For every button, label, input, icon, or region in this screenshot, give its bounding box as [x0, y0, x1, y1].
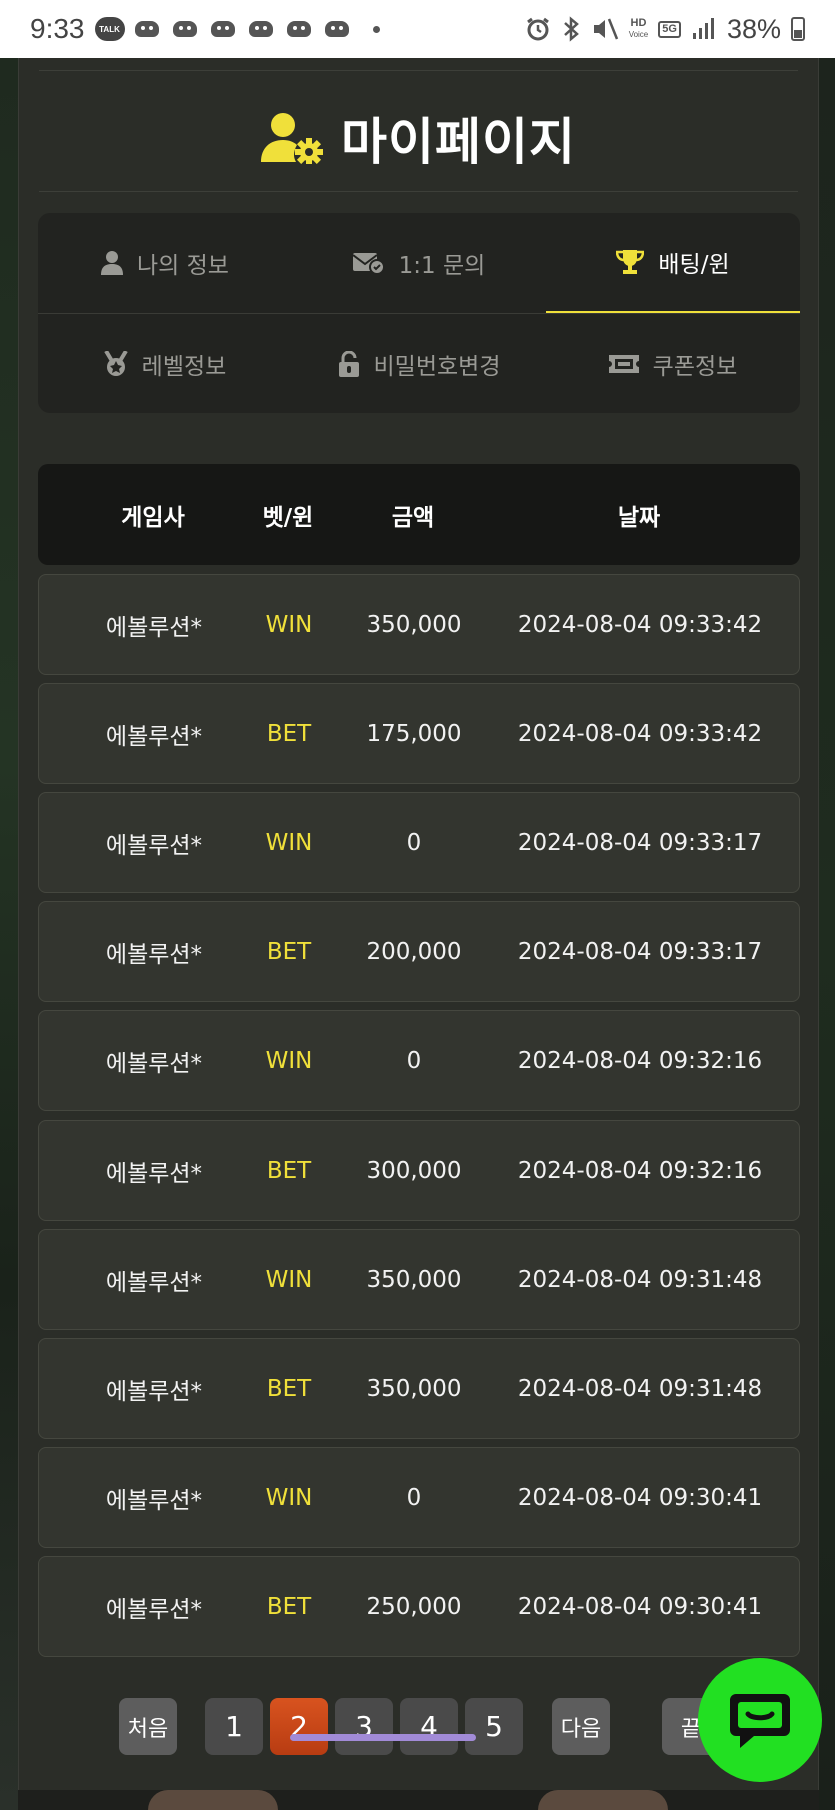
background-left [0, 58, 18, 1810]
column-header-date: 날짜 [617, 504, 661, 531]
cell-date: 2024-08-04 09:32:16 [517, 1047, 763, 1074]
tab-coupon-info[interactable]: 쿠폰정보 [546, 314, 800, 413]
home-indicator [290, 1734, 476, 1741]
table-row: 에볼루션* BET 250,000 2024-08-04 09:30:41 [38, 1556, 800, 1657]
cell-amount: 350,000 [366, 611, 462, 638]
hd-voice-icon: HD Voice [629, 18, 649, 40]
banner-thumbnail [148, 1790, 278, 1810]
trophy-icon [616, 250, 645, 274]
signal-icon [692, 18, 714, 39]
cell-date: 2024-08-04 09:33:17 [517, 829, 763, 856]
page-button-5[interactable]: 5 [465, 1698, 523, 1755]
table-row: 에볼루션* BET 350,000 2024-08-04 09:31:48 [38, 1338, 800, 1439]
table-header: 게임사 벳/윈 금액 날짜 [38, 464, 800, 565]
user-icon [101, 251, 124, 275]
medal-icon [103, 351, 128, 376]
page-title: 마이페이지 [341, 113, 576, 171]
envelope-check-icon [352, 253, 385, 275]
game-controller-icon [133, 18, 163, 40]
banner-thumbnail [538, 1790, 668, 1810]
tab-label: 1:1 문의 [398, 253, 486, 279]
first-page-button[interactable]: 처음 [119, 1698, 177, 1755]
table-row: 에볼루션* WIN 350,000 2024-08-04 09:31:48 [38, 1229, 800, 1330]
chat-button[interactable] [698, 1658, 822, 1782]
table-row: 에볼루션* BET 200,000 2024-08-04 09:33:17 [38, 901, 800, 1002]
page-button-4[interactable]: 4 [400, 1698, 458, 1755]
cell-amount: 350,000 [366, 1375, 462, 1402]
chat-bubble-icon [730, 1694, 790, 1748]
bluetooth-icon [563, 16, 579, 42]
tab-label: 나의 정보 [137, 253, 229, 279]
cell-date: 2024-08-04 09:32:16 [517, 1157, 763, 1184]
battery-icon [791, 17, 805, 41]
game-controller-icon [209, 18, 239, 40]
mypage-panel: 마이페이지 나의 정보 1:1 문의 배팅/윈 레벨정보 비밀번호변경 쿠폰정보 [18, 58, 819, 1810]
tab-inquiry[interactable]: 1:1 문의 [292, 213, 546, 313]
cell-amount: 200,000 [366, 938, 462, 965]
game-controller-icon [171, 18, 201, 40]
voice-label: Voice [628, 30, 649, 39]
background-right [819, 58, 835, 1810]
cell-amount: 300,000 [366, 1157, 462, 1184]
column-header-amount: 금액 [391, 504, 435, 531]
bottom-banner-strip [18, 1790, 819, 1810]
page-button-1[interactable]: 1 [205, 1698, 263, 1755]
tab-label: 비밀번호변경 [373, 354, 501, 380]
divider [39, 70, 798, 71]
tab-my-info[interactable]: 나의 정보 [38, 213, 292, 313]
cell-date: 2024-08-04 09:31:48 [517, 1375, 763, 1402]
alarm-icon [526, 17, 549, 41]
system-icons: HD Voice 5G 38% [525, 14, 805, 45]
game-controller-icon [323, 18, 353, 40]
table-row: 에볼루션* WIN 0 2024-08-04 09:32:16 [38, 1010, 800, 1111]
table-row: 에볼루션* WIN 0 2024-08-04 09:33:17 [38, 792, 800, 893]
network-5g-icon: 5G [658, 20, 681, 38]
table-row: 에볼루션* WIN 0 2024-08-04 09:30:41 [38, 1447, 800, 1548]
cell-date: 2024-08-04 09:30:41 [517, 1484, 763, 1511]
cell-amount: 175,000 [366, 720, 462, 747]
mute-icon [593, 18, 618, 40]
notification-icons: TALK [94, 17, 380, 41]
talk-icon: TALK [94, 17, 125, 41]
next-page-button[interactable]: 다음 [552, 1698, 610, 1755]
status-time: 9:33 [30, 13, 85, 44]
hd-label: HD [630, 17, 647, 29]
tab-label: 쿠폰정보 [652, 354, 738, 380]
tab-level-info[interactable]: 레벨정보 [38, 314, 292, 413]
cell-amount: 0 [406, 829, 422, 856]
page-header: 마이페이지 [19, 98, 818, 178]
more-notifications-dot [372, 25, 380, 33]
tab-label: 레벨정보 [141, 354, 227, 380]
table-row: 에볼루션* BET 300,000 2024-08-04 09:32:16 [38, 1120, 800, 1221]
tab-betting-win[interactable]: 배팅/윈 [546, 213, 800, 313]
mypage-tabs: 나의 정보 1:1 문의 배팅/윈 레벨정보 비밀번호변경 쿠폰정보 [38, 213, 800, 413]
status-bar: 9:33 TALK HD Voice 5G 38% [0, 0, 835, 58]
game-controller-icon [285, 18, 315, 40]
cell-date: 2024-08-04 09:33:17 [517, 938, 763, 965]
unlock-icon [338, 351, 359, 377]
tab-label: 배팅/윈 [658, 252, 730, 278]
cell-date: 2024-08-04 09:31:48 [517, 1266, 763, 1293]
battery-percent: 38% [726, 13, 781, 44]
table-row: 에볼루션* WIN 350,000 2024-08-04 09:33:42 [38, 574, 800, 675]
divider [39, 191, 798, 192]
tab-change-password[interactable]: 비밀번호변경 [292, 314, 546, 413]
cell-amount: 350,000 [366, 1266, 462, 1293]
page-button-3[interactable]: 3 [335, 1698, 393, 1755]
game-controller-icon [247, 18, 277, 40]
page-button-2-current[interactable]: 2 [270, 1698, 328, 1755]
cell-amount: 0 [406, 1484, 422, 1511]
table-row: 에볼루션* BET 175,000 2024-08-04 09:33:42 [38, 683, 800, 784]
user-gear-icon [261, 113, 323, 164]
ticket-icon [608, 355, 639, 373]
cell-amount: 0 [406, 1047, 422, 1074]
cell-date: 2024-08-04 09:30:41 [517, 1593, 763, 1620]
cell-date: 2024-08-04 09:33:42 [517, 720, 763, 747]
cell-date: 2024-08-04 09:33:42 [517, 611, 763, 638]
cell-amount: 250,000 [366, 1593, 462, 1620]
